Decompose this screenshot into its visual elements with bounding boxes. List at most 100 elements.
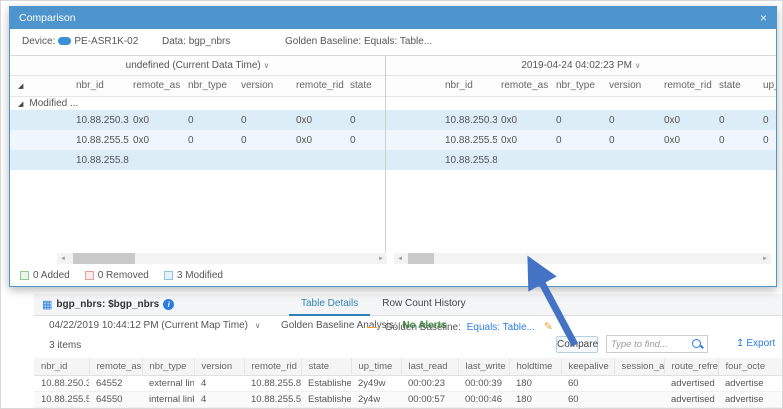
column-header[interactable]: up_t — [759, 76, 776, 96]
search-icon[interactable] — [691, 338, 704, 351]
right-scrollbar[interactable]: ◄ ► — [394, 253, 771, 264]
column-header[interactable]: remote_as — [129, 76, 184, 96]
table-header-row: nbr_idremote_asnbr_typeversionremote_rid… — [34, 358, 783, 375]
export-button[interactable]: ↥Export — [736, 338, 775, 349]
table-row[interactable]: 10.88.255.81 — [386, 150, 776, 170]
scrollbar-thumb[interactable] — [73, 253, 135, 264]
column-header[interactable]: session_active — [614, 358, 664, 375]
column-header[interactable]: nbr_id — [72, 76, 129, 96]
baseline-label: Golden Baseline: — [385, 322, 461, 333]
table-row[interactable]: 10.88.255.50x0000x00 — [10, 130, 385, 150]
dialog-titlebar[interactable]: Comparison × — [10, 7, 776, 29]
scrollbar-thumb[interactable] — [408, 253, 434, 264]
column-header[interactable]: remote_rid — [244, 358, 301, 375]
chevron-down-icon: ∨ — [264, 61, 270, 70]
cell — [386, 130, 441, 150]
table-row[interactable]: 10.88.250.310x0000x000 — [386, 110, 776, 130]
comparison-dialog: Comparison × Device:PE-ASR1K-02 Data: bg… — [9, 6, 777, 287]
panel-tabs: Table Details Row Count History — [289, 294, 478, 316]
dialog-info-row: Device:PE-ASR1K-02 Data: bgp_nbrs Golden… — [10, 29, 776, 55]
cell: 0 — [184, 130, 237, 150]
column-header[interactable]: version — [194, 358, 244, 375]
column-header[interactable]: last_read — [401, 358, 458, 375]
cell: internal link — [142, 391, 194, 407]
column-header[interactable]: keepalive — [561, 358, 614, 375]
cell: 10.88.250.31 — [441, 110, 497, 130]
column-header[interactable]: up_time — [351, 358, 401, 375]
column-header[interactable]: nbr_type — [184, 76, 237, 96]
column-header[interactable]: holdtime — [509, 358, 561, 375]
column-header[interactable]: state — [301, 358, 351, 375]
modified-group-row[interactable]: ◢ Modified ... — [10, 96, 385, 110]
column-header[interactable]: nbr_type — [552, 76, 605, 96]
search-box — [606, 335, 708, 353]
dialog-baseline-value: Equals: Table... — [364, 36, 432, 47]
scroll-right-icon[interactable]: ► — [759, 256, 771, 262]
info-icon[interactable]: i — [163, 299, 174, 310]
cell: 180 — [509, 375, 561, 391]
expand-all-icon[interactable]: ◢ — [18, 83, 23, 90]
column-header[interactable]: nbr_type — [142, 358, 194, 375]
panel-toolbar: 3 items Compare ↥Export — [34, 335, 783, 356]
cell: 10.88.255.81 — [244, 375, 301, 391]
column-header[interactable]: nbr_id — [34, 358, 89, 375]
cell: 10.88.255.81 — [72, 150, 129, 170]
table-row[interactable]: 10.88.250.3164552external link410.88.255… — [34, 375, 783, 391]
column-header[interactable]: remote_rid — [660, 76, 715, 96]
collapse-icon[interactable]: ◢ — [18, 101, 23, 108]
cell — [715, 150, 759, 170]
cell: 10.88.255.5 — [72, 130, 129, 150]
modified-group-label: Modified ... — [29, 98, 78, 109]
cell — [237, 150, 292, 170]
scroll-left-icon[interactable]: ◄ — [57, 256, 69, 262]
column-header[interactable]: route_refresh — [664, 358, 718, 375]
cell: 0 — [346, 110, 385, 130]
cell — [292, 150, 346, 170]
edit-pencil-icon[interactable]: ✎ — [544, 321, 553, 333]
column-header[interactable]: nbr_id — [441, 76, 497, 96]
cell — [614, 391, 664, 407]
cell: 10.88.250.31 — [72, 110, 129, 130]
scroll-right-icon[interactable]: ► — [375, 256, 387, 262]
column-header[interactable]: remote_rid — [292, 76, 346, 96]
cell: 4 — [194, 391, 244, 407]
cell: 10.88.255.5 — [441, 130, 497, 150]
column-header[interactable]: remote_as — [497, 76, 552, 96]
cell — [386, 150, 441, 170]
left-comparison-table: ◢ nbr_idremote_asnbr_typeversionremote_r… — [10, 76, 385, 170]
column-header[interactable]: version — [605, 76, 660, 96]
table-row[interactable]: 10.88.255.81 — [10, 150, 385, 170]
left-snapshot-selector[interactable]: undefined (Current Data Time) ∨ — [10, 56, 385, 76]
cell — [759, 150, 776, 170]
tab-table-details[interactable]: Table Details — [289, 294, 370, 316]
baseline-link[interactable]: Equals: Table... — [467, 322, 535, 333]
cell: 0x0 — [292, 110, 346, 130]
close-icon[interactable]: × — [760, 11, 767, 25]
cell: 0 — [552, 110, 605, 130]
cell — [552, 150, 605, 170]
column-header[interactable]: last_write — [458, 358, 509, 375]
chevron-down-icon: ∨ — [255, 321, 261, 330]
column-header[interactable]: four_octe — [718, 358, 783, 375]
cell: 0 — [237, 130, 292, 150]
table-row[interactable]: 10.88.250.310x0000x00 — [10, 110, 385, 130]
column-header[interactable]: state — [715, 76, 759, 96]
scroll-left-icon[interactable]: ◄ — [394, 256, 406, 262]
table-source: ▦ bgp_nbrs: $bgp_nbrs i — [42, 298, 174, 311]
right-snapshot-selector[interactable]: 2019-04-24 04:02:23 PM ∨ — [386, 56, 776, 76]
table-header-row: nbr_idremote_asnbr_typeversionremote_rid… — [386, 76, 776, 96]
compare-button[interactable]: Compare — [556, 336, 598, 353]
cell: 64552 — [89, 375, 142, 391]
cell: 0 — [237, 110, 292, 130]
tab-row-count-history[interactable]: Row Count History — [370, 294, 477, 316]
search-input[interactable] — [607, 339, 691, 350]
cell — [660, 150, 715, 170]
time-selector[interactable]: 04/22/2019 10:44:12 PM (Current Map Time… — [49, 320, 261, 331]
column-header[interactable]: remote_as — [89, 358, 142, 375]
column-header[interactable]: version — [237, 76, 292, 96]
column-header[interactable]: state — [346, 76, 385, 96]
table-source-label: bgp_nbrs: $bgp_nbrs — [56, 299, 159, 310]
table-row[interactable]: 10.88.255.50x0000x000 — [386, 130, 776, 150]
table-row[interactable]: 10.88.255.564550internal link410.88.255.… — [34, 391, 783, 407]
left-scrollbar[interactable]: ◄ ► — [57, 253, 387, 264]
